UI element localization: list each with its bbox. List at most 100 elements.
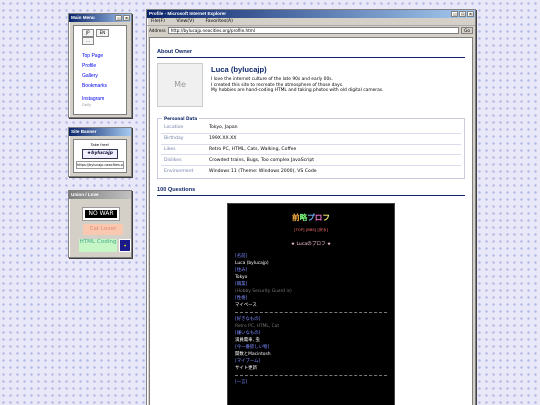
question-item: [嫌いなもの] 満員電車, 虫 bbox=[235, 330, 387, 344]
question-item: [職業] (Hobby Security Guard is) bbox=[235, 281, 387, 295]
question-label: [嫌いなもの] bbox=[235, 330, 261, 336]
union-mini-badge[interactable]: ✦ bbox=[119, 239, 131, 252]
profile-text: Luca (bylucajp) I love the internet cult… bbox=[203, 63, 384, 107]
profile-card: Me Luca (bylucajp) I love the internet c… bbox=[157, 63, 465, 107]
questions-title: 前略プロフ bbox=[235, 212, 387, 223]
table-row: Location Tokyo, Japan bbox=[161, 123, 461, 134]
question-label: [名前] bbox=[235, 253, 248, 259]
question-label: [好きなもの] bbox=[235, 316, 261, 322]
question-label: [マイブーム] bbox=[235, 358, 261, 364]
language-switcher: JP EN… bbox=[82, 29, 118, 45]
question-item: [一言] bbox=[235, 379, 387, 386]
html-coding-badge[interactable]: HTML Coding bbox=[79, 239, 117, 252]
table-row: Likes Retro PC, HTML, Cats, Walking, Coff… bbox=[161, 144, 461, 156]
menu-favorites[interactable]: Favorites(A) bbox=[206, 19, 233, 24]
banner-url-box[interactable]: https://bylucajp.neocities.org/ bbox=[76, 161, 124, 169]
questions-heading: 100 Questions bbox=[157, 187, 465, 196]
question-answer: サイト更新 bbox=[235, 365, 257, 371]
maximize-icon[interactable]: □ bbox=[459, 11, 466, 17]
question-item: [好きなもの] Retro PC, HTML, Cat bbox=[235, 316, 387, 330]
row-value: Windows 11 (Theme: Windows 2000), VS Cod… bbox=[209, 168, 317, 174]
divider bbox=[235, 311, 387, 313]
bio-line-3: My hobbies are hand-coding HTML and taki… bbox=[211, 88, 384, 94]
row-key: Environment bbox=[164, 168, 194, 174]
union-title: Union / Love bbox=[71, 192, 99, 197]
browser-menubar: File(F) View(V) Favorites(A) bbox=[147, 18, 475, 26]
main-menu-window: Main Menu _ × JP EN… Top Page Profile Gall… bbox=[68, 13, 132, 118]
table-row: Birthday 199X.XX.XX bbox=[161, 133, 461, 145]
union-window: Union / Love NO WAR Cat Lover HTML Codin… bbox=[68, 190, 132, 258]
site-banner-window: Site Banner Take free! ★bylucajp https:/… bbox=[68, 127, 132, 177]
row-key: Dislikes bbox=[161, 154, 206, 167]
main-menu-panel: JP EN… Top Page Profile Gallery Bookmarks… bbox=[73, 25, 127, 115]
row-key: Birthday bbox=[161, 133, 206, 145]
cat-lover-badge[interactable]: Cat Lover bbox=[83, 224, 123, 235]
question-answer: Tokyo bbox=[235, 274, 248, 280]
title-char: 前 bbox=[292, 212, 300, 222]
question-answer: 関数とMacintosh bbox=[235, 351, 271, 357]
question-answer: 満員電車, 虫 bbox=[235, 337, 260, 343]
personal-data-table: Location Tokyo, Japan Birthday 199X.XX.XX … bbox=[161, 123, 461, 176]
question-item: [マイブーム] サイト更新 bbox=[235, 358, 387, 372]
lang-jp-button[interactable]: JP bbox=[82, 29, 94, 37]
question-item: [今一番欲しい物] 関数とMacintosh bbox=[235, 344, 387, 358]
no-war-badge[interactable]: NO WAR bbox=[82, 207, 120, 221]
question-answer: (Hobby Security Guard is) bbox=[235, 288, 292, 294]
question-item: [性格] マイペース bbox=[235, 295, 387, 309]
table-row: Dislikes Crowded trains, Bugs, Too comple… bbox=[161, 154, 461, 167]
row-value: Crowded trains, Bugs, Too complex JavaSc… bbox=[206, 154, 461, 167]
address-input[interactable]: http://bylucajp.neocities.org/profile.ht… bbox=[167, 27, 459, 34]
questions-nav[interactable]: [TOP] [BBS] [戻る] bbox=[235, 227, 387, 233]
nav-link-profile[interactable]: Profile bbox=[82, 61, 118, 71]
row-value: Tokyo, Japan bbox=[206, 123, 461, 134]
avatar-label: Me bbox=[174, 80, 186, 89]
site-banner-image[interactable]: ★bylucajp bbox=[82, 149, 118, 159]
browser-viewport[interactable]: About Owner Me Luca (bylucajp) I love th… bbox=[149, 37, 473, 405]
nav-link-gallery[interactable]: Gallery bbox=[82, 71, 118, 81]
address-label: Address bbox=[149, 28, 166, 33]
browser-titlebar: Profile - Microsoft Internet Explorer _ □… bbox=[147, 10, 475, 18]
avatar: Me bbox=[157, 63, 203, 107]
take-free-label: Take free! bbox=[90, 142, 110, 147]
lang-en-button[interactable]: EN bbox=[95, 29, 110, 37]
lang-more-button[interactable]: … bbox=[82, 37, 94, 45]
about-heading: About Owner bbox=[157, 49, 465, 58]
go-button[interactable]: Go bbox=[461, 27, 473, 34]
union-panel: NO WAR Cat Lover HTML Coding ✦ bbox=[73, 202, 131, 256]
questions-frame: 前略プロフ [TOP] [BBS] [戻る] ★ Lucaのプロフ ★ [名前]… bbox=[227, 202, 395, 405]
main-menu-titlebar: Main Menu _ × bbox=[69, 14, 131, 22]
question-item: [住み] Tokyo bbox=[235, 267, 387, 281]
row-key: Likes bbox=[161, 144, 206, 156]
site-banner-panel: Take free! ★bylucajp https://bylucajp.ne… bbox=[73, 139, 127, 173]
union-titlebar: Union / Love bbox=[69, 191, 131, 199]
divider bbox=[235, 374, 387, 376]
nav-link-instagram[interactable]: Instagram bbox=[82, 96, 118, 103]
table-row: Environment Windows 11 (Theme: Windows 20… bbox=[161, 166, 461, 176]
nav-link-bookmarks[interactable]: Bookmarks bbox=[82, 81, 118, 91]
row-key: Location bbox=[161, 123, 206, 134]
site-banner-title: Site Banner bbox=[71, 129, 97, 134]
browser-title: Profile - Microsoft Internet Explorer bbox=[149, 11, 227, 16]
question-answer: マイペース bbox=[235, 302, 257, 308]
title-char: プ bbox=[307, 212, 315, 222]
question-label: [性格] bbox=[235, 295, 248, 301]
close-icon[interactable]: × bbox=[467, 11, 474, 17]
row-value: Retro PC, HTML, Cats, Walking, Coffee bbox=[206, 144, 461, 156]
instagram-subtext: Daily bbox=[82, 103, 92, 107]
question-item: [名前] Luca (bylucajp) bbox=[235, 253, 387, 267]
title-char: フ bbox=[322, 212, 330, 222]
address-bar: Address http://bylucajp.neocities.org/pr… bbox=[147, 26, 475, 35]
personal-data-legend: Personal Data bbox=[162, 116, 200, 121]
profile-name: Luca (bylucajp) bbox=[211, 65, 267, 74]
question-answer: Retro PC, HTML, Cat bbox=[235, 323, 280, 329]
menu-file[interactable]: File(F) bbox=[151, 19, 165, 24]
close-icon[interactable]: × bbox=[123, 15, 130, 21]
menu-view[interactable]: View(V) bbox=[176, 19, 194, 24]
minimize-icon[interactable]: _ bbox=[451, 11, 458, 17]
minimize-icon[interactable]: _ bbox=[115, 15, 122, 21]
main-menu-title: Main Menu bbox=[71, 15, 95, 20]
question-label: [職業] bbox=[235, 281, 248, 287]
nav-link-top[interactable]: Top Page bbox=[82, 51, 118, 61]
question-answer: Luca (bylucajp) bbox=[235, 260, 269, 266]
question-label: [住み] bbox=[235, 267, 248, 273]
